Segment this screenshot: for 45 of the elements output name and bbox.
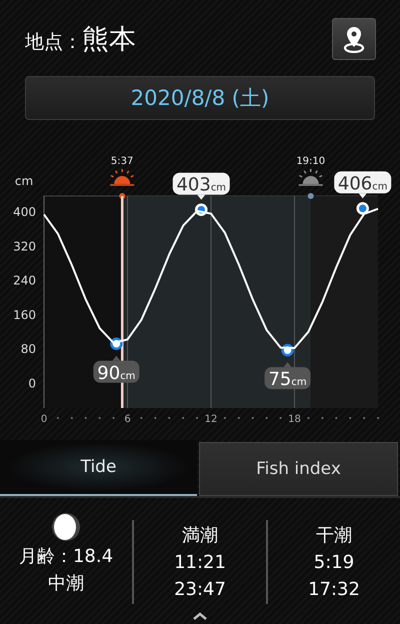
annotation: 75cm (268, 369, 307, 390)
column-heading: 満潮 (182, 524, 218, 548)
data-point (281, 344, 294, 356)
axis-label: 0 (28, 376, 36, 390)
moon-age: 月齢：18.4 (18, 545, 114, 569)
location-name: 熊本 (82, 23, 136, 57)
data-point (110, 338, 123, 350)
axis-label: 0 (40, 414, 48, 425)
map-pin-icon (343, 25, 365, 53)
column-heading: 干潮 (316, 524, 352, 548)
axis-label: 6 (124, 414, 131, 425)
axis-label: 240 (13, 274, 36, 288)
tide-time: 11:21 (174, 550, 226, 574)
annotation: 406cm (338, 173, 388, 194)
axis-label: 80 (20, 342, 36, 356)
annotation: 403cm (176, 174, 226, 196)
tide-name: 中潮 (48, 572, 84, 596)
axis-label: 160 (13, 308, 36, 322)
sun-time: 5:37 (110, 156, 134, 167)
sunrise-icon (110, 169, 134, 186)
location-label: 地点： (25, 30, 82, 55)
axis-label: 18 (288, 414, 301, 425)
tide-time: 23:47 (174, 578, 226, 602)
date-button[interactable]: 2020/8/8 (土) (25, 76, 375, 120)
tide-time: 17:32 (308, 578, 360, 602)
value-callout: 90cm (93, 356, 140, 384)
time-marker (308, 193, 314, 199)
sun-time: 19:10 (296, 156, 326, 167)
location-button[interactable] (332, 18, 376, 60)
chevron-up-icon[interactable] (192, 612, 208, 620)
data-point (356, 202, 369, 215)
tab[interactable]: Tide (0, 440, 197, 496)
sunset-icon (298, 169, 323, 186)
value-callout: 75cm (264, 362, 311, 390)
axis-title: cm (14, 174, 34, 188)
moon-icon (51, 512, 81, 542)
axis-label: 320 (13, 239, 36, 254)
tide-time: 5:19 (314, 550, 354, 574)
value-callout: 406cm (334, 171, 392, 198)
tab[interactable]: Fish index (199, 442, 398, 496)
axis-label: 400 (13, 205, 36, 219)
time-marker (119, 193, 126, 199)
axis-label: 12 (204, 414, 218, 425)
value-callout: 403cm (172, 172, 230, 200)
annotation: 90cm (97, 362, 136, 384)
